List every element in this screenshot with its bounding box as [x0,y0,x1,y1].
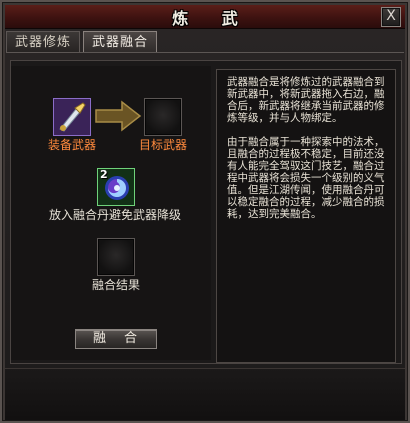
fuse-button[interactable]: 融合 [75,329,157,349]
title-bar[interactable]: 炼 武 X [5,5,405,29]
forge-window: 炼 武 X 武器修炼 武器融合 装备武器 目标武器 2 放入融合丹避免武器降级 … [0,0,410,423]
target-weapon-slot[interactable] [144,98,182,136]
window-footer [5,368,405,420]
sword-icon [54,99,90,135]
description-paragraph-1: 武器融合是将修炼过的武器融合到新武器中，将新武器拖入右边，融合后，新武器将继承当… [227,76,385,124]
fusion-description: 武器融合是将修炼过的武器融合到新武器中，将新武器拖入右边，融合后，新武器将继承当… [216,69,396,363]
close-icon: X [386,8,396,24]
fusion-pill-slot[interactable]: 2 [97,168,135,206]
target-weapon-label: 目标武器 [138,138,187,152]
equip-weapon-label: 装备武器 [47,138,96,152]
tab-weapon-refine[interactable]: 武器修炼 [6,31,81,53]
tab-bar: 武器修炼 武器融合 [6,31,158,53]
equip-weapon-slot[interactable] [53,98,91,136]
tab-weapon-fusion[interactable]: 武器融合 [83,31,158,53]
window-title: 炼 武 [172,8,252,28]
fusion-result-slot [97,238,135,276]
close-button[interactable]: X [381,7,401,27]
fusion-pill-count: 2 [100,168,108,181]
fusion-pill-hint: 放入融合丹避免武器降级 [48,208,181,222]
description-paragraph-2: 由于融合属于一种探索中的法术，且融合的过程极不稳定，目前还没有人能完全驾驭这门技… [227,136,385,220]
arrow-right-icon [95,100,142,132]
fusion-result-label: 融合结果 [91,278,140,292]
tab-divider [6,52,404,53]
